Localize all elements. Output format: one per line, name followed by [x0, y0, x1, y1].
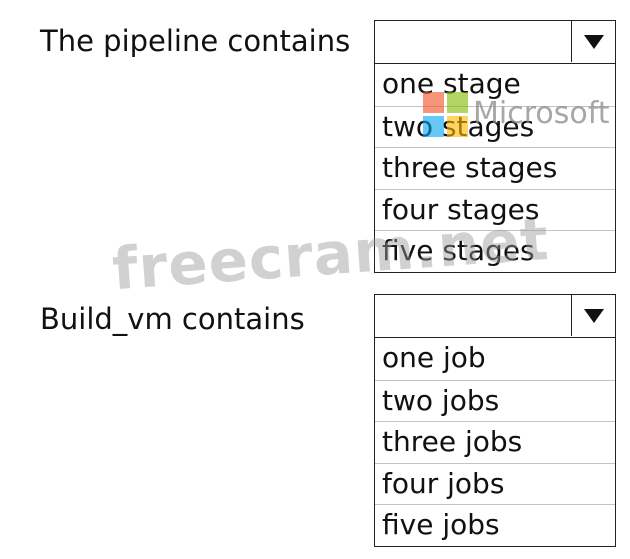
- option-two-jobs[interactable]: two jobs: [375, 379, 615, 422]
- option-three-jobs[interactable]: three jobs: [375, 421, 615, 463]
- build-vm-jobs-options-list: one job two jobs three jobs four jobs fi…: [374, 338, 616, 547]
- build-vm-jobs-dropdown[interactable]: one job two jobs three jobs four jobs fi…: [374, 294, 616, 547]
- microsoft-watermark: Microsoft: [473, 96, 610, 131]
- build-vm-jobs-select-box[interactable]: [374, 294, 616, 338]
- option-five-jobs[interactable]: five jobs: [375, 504, 615, 546]
- pipeline-stages-select-box[interactable]: [374, 20, 616, 64]
- logo-blue-square: [423, 116, 444, 137]
- logo-yellow-square: [447, 116, 468, 137]
- dropdown-arrow-icon[interactable]: [571, 295, 615, 336]
- pipeline-question-label: The pipeline contains: [40, 24, 351, 58]
- dropdown-arrow-icon[interactable]: [571, 21, 615, 62]
- logo-green-square: [447, 92, 468, 113]
- logo-red-square: [423, 92, 444, 113]
- option-one-job[interactable]: one job: [375, 338, 615, 380]
- freecram-watermark: freecram.net: [110, 204, 552, 304]
- microsoft-logo-icon: [423, 92, 469, 138]
- build-vm-question-label: Build_vm contains: [40, 302, 305, 336]
- option-three-stages[interactable]: three stages: [375, 147, 615, 189]
- option-four-jobs[interactable]: four jobs: [375, 462, 615, 505]
